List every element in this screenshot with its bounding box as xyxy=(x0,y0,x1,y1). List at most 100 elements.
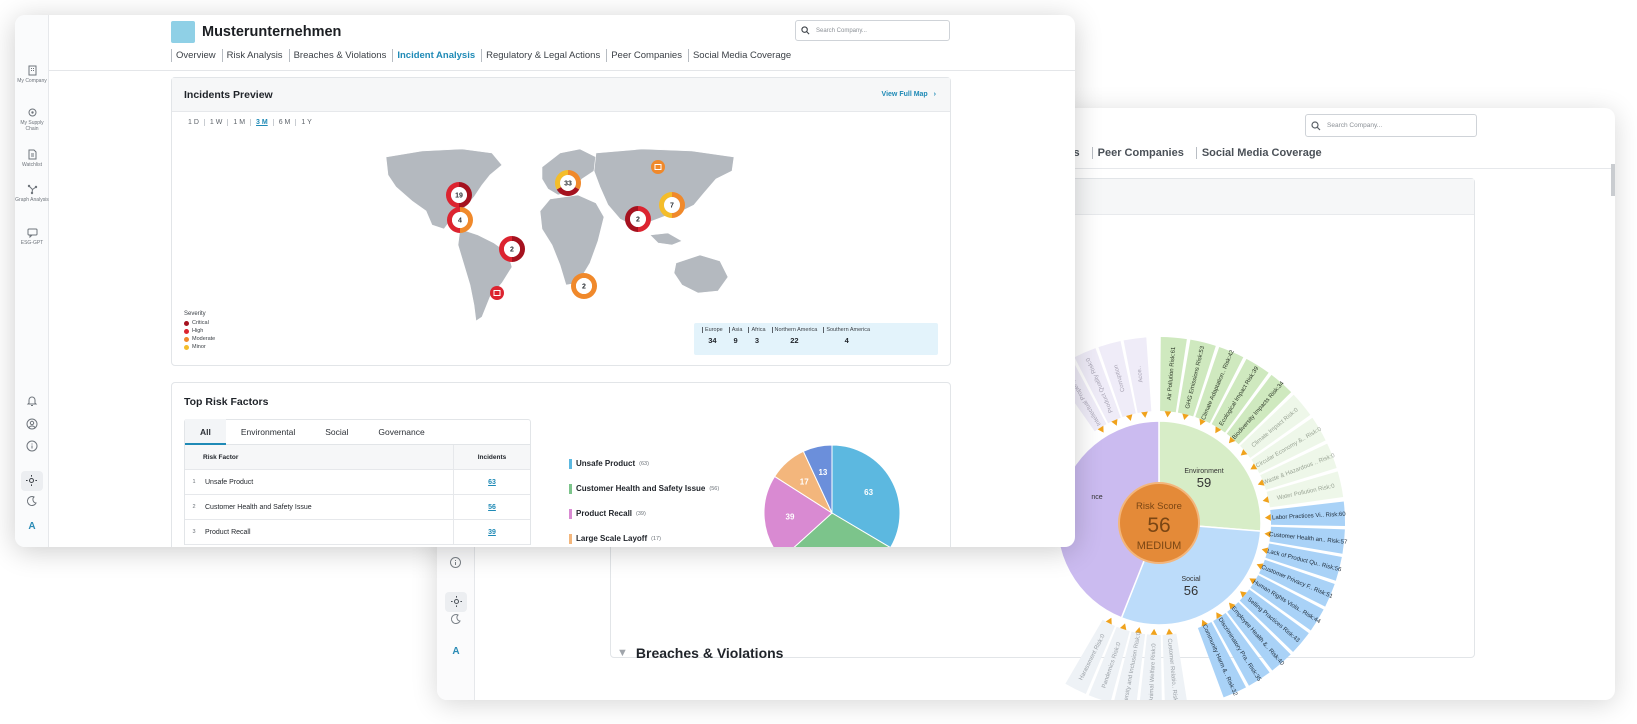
region-africa: Africa 3 xyxy=(748,327,766,355)
region-count: 4 xyxy=(844,336,849,345)
bell-icon[interactable] xyxy=(26,395,38,407)
incident-count-link[interactable]: 56 xyxy=(453,495,530,519)
range-1d[interactable]: 1 D xyxy=(183,119,205,126)
risk-pointer xyxy=(1264,514,1271,521)
range-1m[interactable]: 1 M xyxy=(228,119,252,126)
section-breaches[interactable]: ▼ Breaches & Violations xyxy=(617,645,783,661)
region-count: 3 xyxy=(754,336,760,345)
table-row[interactable]: 2 Customer Health and Safety Issue 56 xyxy=(185,495,530,520)
risk-pointer xyxy=(1166,628,1173,635)
legend-item: Customer Health and Safety Issue (56) xyxy=(569,476,719,501)
col-risk-factor: Risk Factor xyxy=(203,453,239,461)
moon-icon[interactable] xyxy=(449,613,462,626)
tab-overview[interactable]: Overview xyxy=(171,49,222,62)
tab-all[interactable]: All xyxy=(185,419,226,445)
table-row[interactable]: 1 Unsafe Product 63 xyxy=(185,470,530,495)
tab-social-media[interactable]: Social Media Coverage xyxy=(687,49,797,62)
pie-legend: Unsafe Product (63) Customer Health and S… xyxy=(569,451,719,547)
marker-count: 2 xyxy=(636,217,640,224)
region-southern-america: Southern America 4 xyxy=(823,327,870,355)
tab-social[interactable]: Social xyxy=(310,419,363,445)
segment-name: Social xyxy=(1181,576,1201,583)
risk-factor-table: Risk Factor Incidents 1 Unsafe Product 6… xyxy=(184,445,531,545)
legend-swatch xyxy=(569,508,572,519)
view-full-map-link[interactable]: View Full Map › xyxy=(882,91,936,98)
company-search-input[interactable]: Search Company... xyxy=(795,20,950,41)
search-icon xyxy=(801,26,810,35)
region-count: 9 xyxy=(733,336,738,345)
tab-peer-companies[interactable]: Peer Companies xyxy=(1091,147,1184,159)
graph-icon xyxy=(27,184,37,195)
back-tab-bar: ions Peer Companies Social Media Coverag… xyxy=(1057,147,1322,159)
incident-marker[interactable]: 4 xyxy=(446,207,474,233)
incident-count-link[interactable]: 63 xyxy=(453,470,530,494)
marker-count: 19 xyxy=(455,193,463,200)
collapse-triangle-icon[interactable]: ▼ xyxy=(617,647,628,659)
incident-count-link[interactable]: 39 xyxy=(453,520,530,544)
user-avatar[interactable]: A xyxy=(447,643,465,661)
range-1y[interactable]: 1 Y xyxy=(296,119,316,126)
legend-label: High xyxy=(192,328,204,334)
risk-score-value: 56 xyxy=(1147,514,1170,537)
incident-marker[interactable]: 33 xyxy=(555,170,581,197)
incident-marker[interactable]: 2 xyxy=(570,273,598,299)
legend-item-moderate: Moderate xyxy=(184,335,215,343)
tab-peer-companies[interactable]: Peer Companies xyxy=(606,49,688,62)
tab-incident-analysis[interactable]: Incident Analysis xyxy=(392,49,481,62)
sidebar-item-watchlist[interactable]: Watchlist xyxy=(15,149,49,168)
incident-marker[interactable]: 2 xyxy=(499,236,526,262)
sidebar-item-graph-analysis[interactable]: Graph Analysis xyxy=(15,184,49,203)
tab-breaches-violations[interactable]: Breaches & Violations xyxy=(288,49,393,62)
pie-slice-label: 39 xyxy=(786,513,795,522)
region-name: Southern America xyxy=(823,327,870,333)
risk-category-tabs: All Environmental Social Governance xyxy=(184,419,531,445)
segment-name: nce xyxy=(1091,494,1102,501)
info-icon[interactable] xyxy=(26,440,38,452)
marker-count: 2 xyxy=(510,247,514,254)
company-search-input[interactable]: Search Company... xyxy=(1305,114,1477,137)
legend-label: Minor xyxy=(192,344,206,350)
moon-icon[interactable] xyxy=(26,495,38,507)
incident-marker[interactable]: 2 xyxy=(624,206,652,232)
legend-item: Large Scale Layoff (17) xyxy=(569,526,719,547)
incident-cluster-icon[interactable] xyxy=(651,160,665,174)
table-row[interactable]: 3 Product Recall 39 xyxy=(185,520,530,545)
incidents-world-map[interactable]: 19 4 33 2 7 2 2 xyxy=(382,145,742,325)
tab-social-media[interactable]: Social Media Coverage xyxy=(1195,147,1322,159)
tab-environmental[interactable]: Environmental xyxy=(226,419,310,445)
range-1w[interactable]: 1 W xyxy=(205,119,229,126)
tab-regulatory-legal[interactable]: Regulatory & Legal Actions xyxy=(481,49,606,62)
tab-risk-analysis[interactable]: Risk Analysis xyxy=(221,49,289,62)
legend-count: (63) xyxy=(639,460,649,467)
range-6m[interactable]: 6 M xyxy=(274,119,297,126)
search-placeholder: Search Company... xyxy=(816,27,867,34)
building-icon xyxy=(28,65,36,76)
user-avatar[interactable]: A xyxy=(25,520,39,534)
sidebar-label: ESG-GPT xyxy=(20,240,44,246)
risk-factor-pie-chart[interactable]: 6356391713 xyxy=(752,433,912,547)
sidebar-item-supply-chain[interactable]: My Supply Chain xyxy=(15,107,49,132)
scrollbar-thumb[interactable] xyxy=(1611,164,1615,196)
sidebar-item-my-company[interactable]: My Company xyxy=(15,65,49,84)
watchlist-icon xyxy=(28,149,36,160)
legend-item-minor: Minor xyxy=(184,343,215,351)
sidebar-item-esg-gpt[interactable]: ESG-GPT xyxy=(15,227,49,246)
marker-count: 33 xyxy=(564,181,572,188)
range-3m[interactable]: 3 M xyxy=(251,119,274,126)
info-icon[interactable] xyxy=(449,556,462,569)
sun-icon xyxy=(26,475,37,486)
risk-score-level: MEDIUM xyxy=(1137,540,1182,552)
profile-icon[interactable] xyxy=(26,418,38,430)
time-range-selector: 1 D 1 W 1 M 3 M 6 M 1 Y xyxy=(183,119,317,126)
table-header: Risk Factor Incidents xyxy=(185,445,530,470)
legend-label: Unsafe Product xyxy=(576,459,636,468)
sun-icon[interactable] xyxy=(445,592,467,612)
risk-pointer xyxy=(1150,628,1158,635)
severity-legend: Severity Critical High Moderate Minor xyxy=(184,311,215,351)
legend-swatch xyxy=(569,483,572,494)
light-theme-button[interactable] xyxy=(21,471,43,491)
card-header: Incidents Preview View Full Map › xyxy=(172,78,950,112)
tab-governance[interactable]: Governance xyxy=(363,419,439,445)
legend-dot xyxy=(184,320,189,326)
incident-cluster-icon[interactable] xyxy=(490,286,504,300)
